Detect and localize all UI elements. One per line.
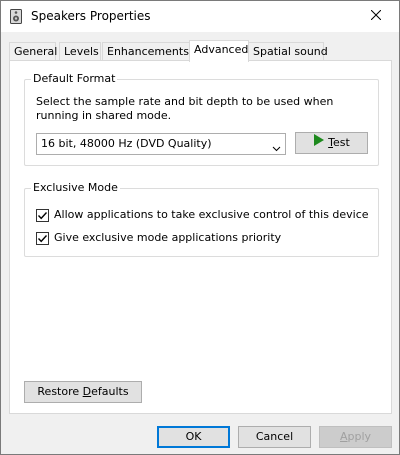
dialog-footer: OK Cancel Apply: [1, 420, 399, 454]
tab-strip: General Levels Enhancements Advanced Spa…: [9, 40, 393, 62]
close-icon: [370, 9, 382, 23]
exclusive-priority-checkbox[interactable]: [36, 231, 49, 245]
default-format-legend: Default Format: [31, 72, 118, 86]
title-bar[interactable]: Speakers Properties: [1, 1, 399, 32]
allow-exclusive-control-option[interactable]: Allow applications to take exclusive con…: [36, 208, 369, 222]
allow-exclusive-label: Allow applications to take exclusive con…: [54, 208, 369, 221]
close-button[interactable]: [353, 1, 399, 32]
exclusive-mode-legend: Exclusive Mode: [31, 181, 120, 195]
default-format-group: Default Format Select the sample rate an…: [24, 72, 379, 166]
format-dropdown-value: 16 bit, 48000 Hz (DVD Quality): [41, 137, 212, 150]
tab-levels[interactable]: Levels: [59, 42, 101, 61]
window-title: Speakers Properties: [31, 9, 151, 23]
tab-general[interactable]: General: [9, 42, 57, 61]
speaker-icon: [10, 9, 22, 24]
tab-advanced[interactable]: Advanced: [189, 40, 249, 62]
ok-button[interactable]: OK: [157, 426, 230, 448]
play-icon: [313, 133, 325, 153]
exclusive-priority-label: Give exclusive mode applications priorit…: [54, 231, 282, 244]
chevron-down-icon: [272, 140, 281, 152]
tab-enhancements[interactable]: Enhancements: [102, 42, 190, 61]
apply-button[interactable]: Apply: [319, 426, 392, 448]
test-button-label: Test: [328, 136, 350, 149]
tab-spatial-sound[interactable]: Spatial sound: [248, 42, 328, 61]
test-button[interactable]: Test: [295, 132, 368, 154]
default-format-description: Select the sample rate and bit depth to …: [36, 95, 334, 122]
allow-exclusive-checkbox[interactable]: [36, 208, 49, 222]
format-dropdown[interactable]: 16 bit, 48000 Hz (DVD Quality): [36, 133, 286, 155]
speakers-properties-dialog: Speakers Properties General Levels Enhan…: [0, 0, 400, 455]
exclusive-mode-group: Exclusive Mode Allow applications to tak…: [24, 181, 379, 257]
restore-defaults-button[interactable]: Restore Defaults: [24, 381, 142, 403]
exclusive-priority-option[interactable]: Give exclusive mode applications priorit…: [36, 231, 281, 245]
cancel-button[interactable]: Cancel: [238, 426, 311, 448]
tab-panel-advanced: Default Format Select the sample rate an…: [9, 60, 392, 414]
